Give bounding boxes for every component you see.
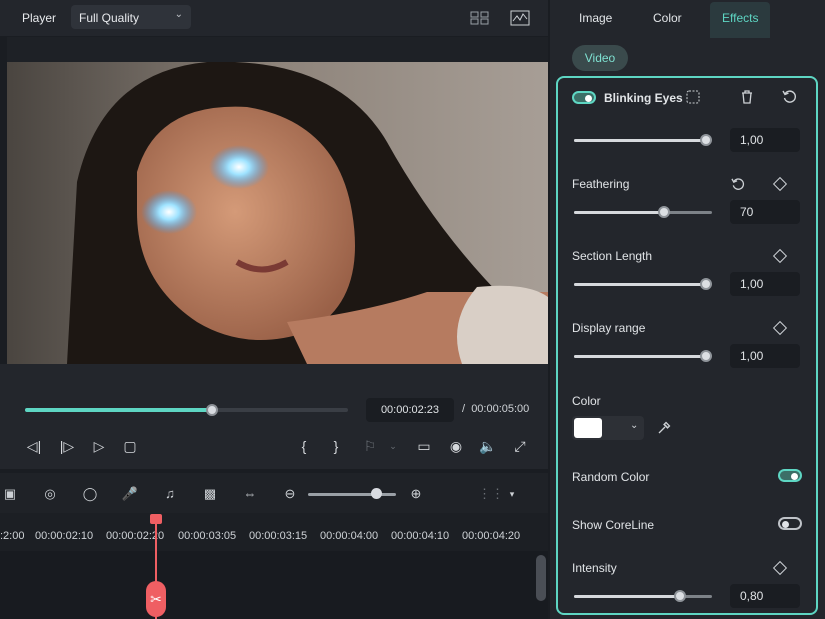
intensity-slider-fill: [574, 595, 680, 598]
volume-icon[interactable]: 🔈: [478, 436, 498, 456]
total-time-value: 00:00:05:00: [471, 403, 530, 415]
ruler-label: :2:00: [0, 530, 25, 542]
tab-video[interactable]: Video: [572, 45, 628, 71]
next-frame-icon[interactable]: |▷: [57, 436, 77, 456]
intensity-label: Intensity: [572, 561, 617, 575]
section-length-label: Section Length: [572, 249, 653, 263]
grid-view-icon[interactable]: [470, 10, 490, 26]
tab-effects[interactable]: Effects: [722, 11, 758, 25]
ruler-label: 00:00:04:10: [391, 530, 450, 542]
color-picker-dropdown[interactable]: ⌄: [572, 416, 644, 440]
add-media-icon[interactable]: ▣: [0, 484, 20, 504]
color-swatch: [574, 418, 602, 438]
toggle-knob: [782, 520, 789, 528]
feathering-value[interactable]: 70: [730, 200, 800, 224]
display-range-slider-fill: [574, 355, 706, 358]
mask-icon[interactable]: [686, 90, 700, 104]
display-icon[interactable]: ▭: [414, 436, 434, 456]
audio-list-icon[interactable]: ♫: [160, 484, 180, 504]
random-color-toggle[interactable]: [778, 469, 802, 482]
reset-icon[interactable]: [731, 177, 745, 191]
fit-timeline-icon[interactable]: ⇔: [240, 484, 260, 504]
waveform-monitor-icon[interactable]: [510, 10, 530, 26]
display-range-label: Display range: [572, 321, 646, 335]
split-scissors-icon[interactable]: ✂: [146, 581, 166, 617]
display-range-slider-handle[interactable]: [700, 350, 712, 362]
mark-out-icon[interactable]: }: [326, 436, 346, 456]
fullscreen-icon[interactable]: ⤢: [510, 436, 530, 456]
progress-handle[interactable]: [206, 404, 218, 416]
color-label: Color: [572, 394, 601, 408]
shield-icon[interactable]: ◯: [80, 484, 100, 504]
stop-icon[interactable]: ▢: [120, 436, 140, 456]
feathering-slider-fill: [574, 211, 664, 214]
chevron-down-icon: ⌄: [630, 420, 639, 431]
reset-icon[interactable]: [782, 89, 797, 104]
quality-value: Full Quality: [79, 11, 140, 25]
zoom-in-icon[interactable]: ⊕: [406, 484, 426, 504]
toggle-knob: [585, 94, 592, 102]
mark-in-icon[interactable]: {: [294, 436, 314, 456]
tab-image[interactable]: Image: [579, 11, 612, 25]
section-length-slider-handle[interactable]: [700, 278, 712, 290]
ruler-label: 00:00:03:05: [178, 530, 237, 542]
ruler-label: 00:00:03:15: [249, 530, 308, 542]
feathering-label: Feathering: [572, 177, 630, 191]
time-separator: /: [462, 403, 466, 415]
show-coreline-label: Show CoreLine: [572, 518, 655, 532]
display-range-value[interactable]: 1,00: [730, 344, 800, 368]
player-label: Player: [22, 11, 57, 25]
progress-fill: [25, 408, 212, 412]
video-preview: [7, 62, 548, 364]
auto-reframe-icon[interactable]: ◎: [40, 484, 60, 504]
quality-dropdown[interactable]: Full Quality ⌄: [71, 5, 191, 29]
toggle-knob: [791, 472, 798, 480]
show-coreline-toggle[interactable]: [778, 517, 802, 530]
param-value[interactable]: 1,00: [730, 128, 800, 152]
ruler-label: 00:00:04:20: [462, 530, 521, 542]
effect-name: Blinking Eyes: [604, 91, 683, 105]
delete-icon[interactable]: [740, 89, 754, 104]
prev-frame-icon[interactable]: ◁|: [24, 436, 44, 456]
ruler-label: 00:00:02:10: [35, 530, 94, 542]
section-length-slider-fill: [574, 283, 706, 286]
param-slider-fill: [574, 139, 706, 142]
feathering-slider-handle[interactable]: [658, 206, 670, 218]
timeline-tracks[interactable]: [0, 551, 548, 619]
zoom-slider[interactable]: [308, 493, 396, 496]
param-slider-handle[interactable]: [700, 134, 712, 146]
marker-dropdown-icon[interactable]: ⌄: [383, 436, 403, 456]
microphone-icon[interactable]: 🎤: [120, 484, 140, 504]
layout-dropdown-icon[interactable]: ▾: [502, 484, 522, 504]
zoom-handle[interactable]: [371, 488, 382, 499]
player-header: Player Full Quality ⌄: [0, 0, 548, 36]
intensity-value[interactable]: 0,80: [730, 584, 800, 608]
section-length-value[interactable]: 1,00: [730, 272, 800, 296]
zoom-out-icon[interactable]: ⊖: [280, 484, 300, 504]
playhead-handle[interactable]: [150, 514, 162, 524]
random-color-label: Random Color: [572, 470, 650, 484]
tab-color[interactable]: Color: [653, 11, 682, 25]
total-time: / 00:00:05:00: [462, 403, 529, 415]
chevron-down-icon: ⌄: [174, 9, 183, 20]
ruler-label: 00:00:04:00: [320, 530, 379, 542]
play-icon[interactable]: ▷: [89, 436, 109, 456]
intensity-slider-handle[interactable]: [674, 590, 686, 602]
timeline-scrollbar[interactable]: [536, 555, 546, 601]
layout-icon[interactable]: ⋮⋮: [478, 484, 504, 504]
snapshot-icon[interactable]: ◉: [446, 436, 466, 456]
render-preview-icon[interactable]: ▩: [200, 484, 220, 504]
effect-enable-toggle[interactable]: [572, 91, 596, 104]
marker-icon[interactable]: ⚐: [360, 436, 380, 456]
current-time[interactable]: 00:00:02:23: [366, 398, 454, 422]
eyedropper-icon[interactable]: [657, 421, 671, 435]
